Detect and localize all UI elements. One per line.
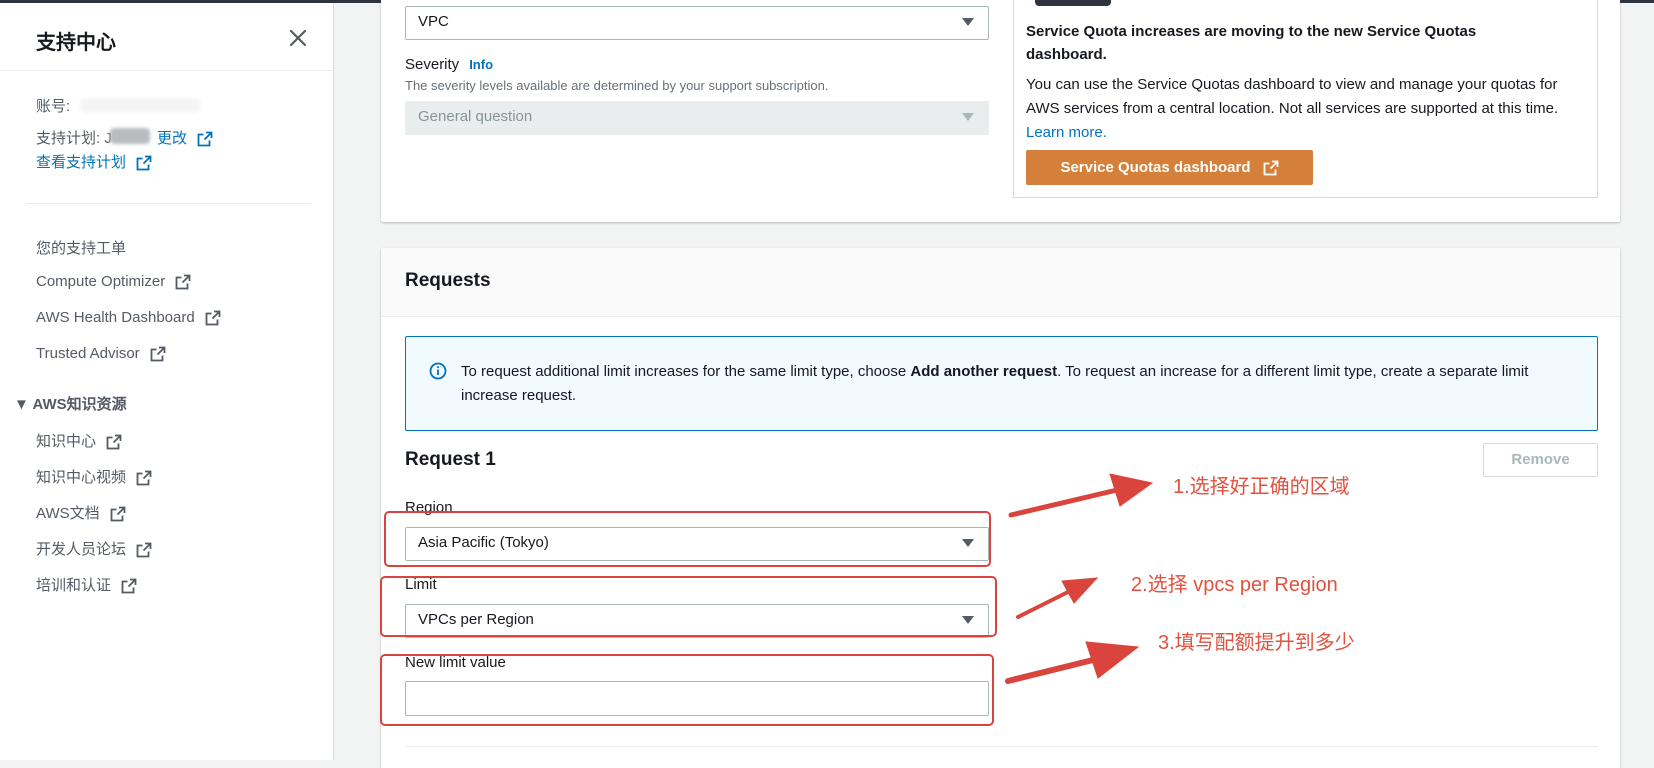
sidebar-item-knowledge-center[interactable]: 知识中心 [36,430,122,451]
sidebar-item-label: AWS文档 [36,505,100,522]
sidebar-title: 支持中心 [36,32,116,54]
sidebar-divider [26,203,311,204]
alert-text-bold: Add another request [910,363,1058,380]
view-support-plan-link[interactable]: 查看支持计划 [36,151,152,172]
sidebar-item-health-dashboard[interactable]: AWS Health Dashboard [36,309,221,326]
external-link-icon [136,155,152,171]
limit-select-value: VPCs per Region [418,611,534,628]
region-select[interactable]: Asia Pacific (Tokyo) [405,527,989,561]
change-plan-label: 更改 [157,130,188,147]
section-divider [405,746,1598,747]
remove-request-button[interactable]: Remove [1483,443,1598,477]
account-label: 账号: [36,98,71,115]
sidebar-item-label: 开发人员论坛 [36,541,127,558]
sidebar-item-training-certification[interactable]: 培训和认证 [36,574,137,595]
close-icon[interactable] [284,24,312,52]
info-alert-text: To request additional limit increases fo… [461,360,1581,408]
sidebar-item-label: 您的支持工单 [36,240,127,257]
limit-select[interactable]: VPCs per Region [405,604,989,638]
new-limit-label: New limit value [405,654,506,671]
info-circle-icon [429,362,447,385]
service-quotas-dashboard-button[interactable]: Service Quotas dashboard [1026,150,1313,185]
region-select-value: Asia Pacific (Tokyo) [418,534,549,551]
sidebar-divider [0,70,333,71]
severity-select[interactable]: General question [405,101,989,135]
knowledge-resources-section-toggle[interactable]: ▼ AWS知识资源 [14,393,127,414]
external-link-icon [136,470,152,486]
sidebar-item-label: 知识中心 [36,433,97,450]
requests-title: Requests [405,270,491,291]
requests-card-header [381,248,1620,317]
service-quotas-button-label: Service Quotas dashboard [1060,159,1251,176]
external-link-icon [150,346,166,362]
external-link-icon [136,542,152,558]
limit-label: Limit [405,576,437,593]
annotation-step-1: 1.选择好正确的区域 [1173,476,1350,498]
notice-title: Service Quota increases are moving to th… [1026,23,1477,63]
learn-more-link[interactable]: Learn more. [1026,124,1107,141]
sidebar-item-compute-optimizer[interactable]: Compute Optimizer [36,273,191,290]
sidebar-item-aws-docs[interactable]: AWS文档 [36,502,126,523]
service-select[interactable]: VPC [405,6,989,40]
severity-select-value: General question [418,108,533,125]
sidebar-item-label: AWS Health Dashboard [36,309,195,326]
change-plan-link[interactable]: 更改 [157,127,213,148]
sidebar-item-trusted-advisor[interactable]: Trusted Advisor [36,345,166,362]
sidebar-item-knowledge-center-videos[interactable]: 知识中心视频 [36,466,152,487]
sidebar-item-label: Compute Optimizer [36,273,166,290]
sidebar-item-label: Trusted Advisor [36,345,140,362]
external-link-icon [106,434,122,450]
notice-tab-edge [1035,0,1111,6]
severity-label: Severity Info [405,56,493,73]
caret-down-icon [962,616,974,624]
sidebar-item-your-support-cases[interactable]: 您的支持工单 [36,237,126,258]
support-plan-label: 支持计划: J [36,130,112,147]
request-1-title: Request 1 [405,449,496,470]
service-select-value: VPC [418,13,449,30]
sidebar-item-label: 培训和认证 [36,577,112,594]
redacted-plan-name [110,128,150,144]
view-support-plan-label: 查看支持计划 [36,154,127,171]
notice-body-text: You can use the Service Quotas dashboard… [1026,76,1559,117]
severity-info-link[interactable]: Info [469,57,493,72]
caret-down-icon [962,18,974,26]
external-link-icon [197,131,213,147]
redacted-account-id [80,98,200,112]
caret-down-icon [962,539,974,547]
severity-description: The severity levels available are determ… [405,78,829,93]
region-label: Region [405,499,453,516]
external-link-icon [1263,160,1279,176]
external-link-icon [205,310,221,326]
alert-text-part1: To request additional limit increases fo… [461,363,911,380]
new-limit-value-input[interactable] [405,681,989,716]
external-link-icon [121,578,137,594]
annotation-step-2: 2.选择 vpcs per Region [1131,574,1338,596]
sidebar-item-label: 知识中心视频 [36,469,127,486]
sidebar-item-developer-forums[interactable]: 开发人员论坛 [36,538,152,559]
annotation-step-3: 3.填写配额提升到多少 [1158,632,1355,654]
external-link-icon [110,506,126,522]
notice-body: You can use the Service Quotas dashboard… [1026,73,1566,145]
support-center-sidebar [0,3,334,760]
external-link-icon [175,274,191,290]
severity-label-text: Severity [405,56,460,73]
caret-down-icon [962,113,974,121]
